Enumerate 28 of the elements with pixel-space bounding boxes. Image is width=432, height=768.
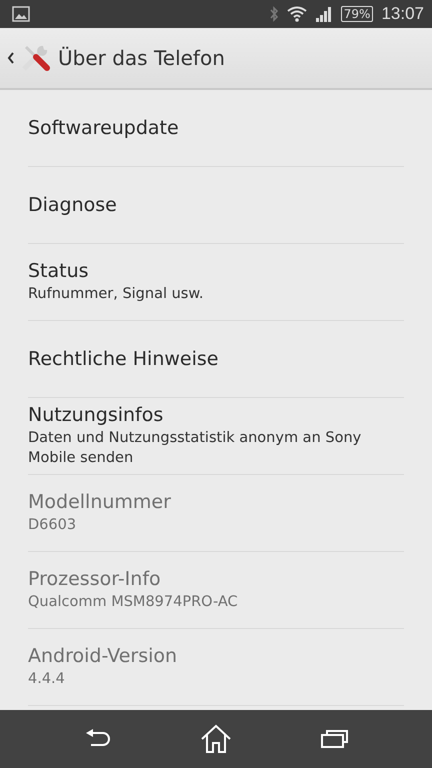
clock-time: 13:07 xyxy=(381,4,424,24)
item-summary: Daten und Nutzungsstatistik anonym an Sony Mobile senden xyxy=(28,428,362,468)
screen-title: Über das Telefon xyxy=(58,46,225,70)
home-icon xyxy=(200,724,232,754)
settings-item[interactable]: Status Rufnummer, Signal usw. xyxy=(28,244,404,321)
recent-apps-icon xyxy=(318,727,349,751)
item-title: Diagnose xyxy=(28,194,118,216)
signal-icon xyxy=(314,6,333,22)
item-title: Status xyxy=(28,260,90,282)
item-title: Softwareupdate xyxy=(28,117,180,139)
settings-item[interactable]: Diagnose xyxy=(28,167,404,244)
item-title: Prozessor-Info xyxy=(28,568,162,590)
picture-icon xyxy=(12,6,30,22)
settings-item[interactable]: Rechtliche Hinweise xyxy=(28,321,404,398)
battery-level: 79% xyxy=(340,6,374,22)
item-summary: Qualcomm MSM8974PRO-AC xyxy=(28,592,239,612)
item-summary: D6603 xyxy=(28,516,78,535)
chevron-left-icon xyxy=(6,51,16,65)
item-title: Nutzungsinfos xyxy=(28,404,164,426)
item-title: Modellnummer xyxy=(28,490,172,513)
item-title: Rechtliche Hinweise xyxy=(28,348,220,370)
item-title: Android-Version xyxy=(28,644,178,667)
item-summary: Rufnummer, Signal usw. xyxy=(28,284,204,304)
settings-item[interactable]: Nutzungsinfos Daten und Nutzungsstatistik anonym an Sony Mobile senden xyxy=(28,398,404,475)
settings-item[interactable]: Softwareupdate xyxy=(28,90,404,167)
item-summary: 4.4.4 xyxy=(28,670,66,689)
wifi-icon xyxy=(286,6,307,22)
bluetooth-icon xyxy=(268,5,279,23)
